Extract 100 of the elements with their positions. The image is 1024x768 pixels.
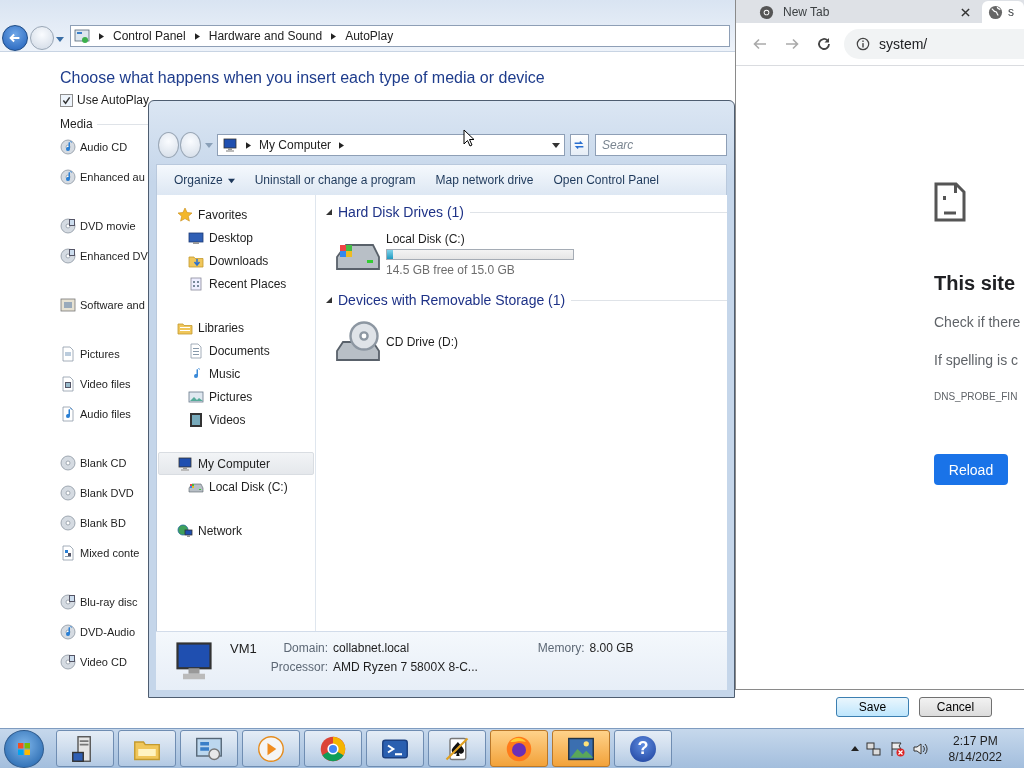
network-icon: [177, 522, 193, 539]
reload-button[interactable]: Reload: [934, 454, 1008, 485]
start-button[interactable]: [4, 729, 44, 768]
nav-item[interactable]: My Computer: [158, 452, 314, 475]
chevron-icon[interactable]: [339, 141, 345, 149]
back-button[interactable]: [2, 25, 28, 51]
collapse-icon[interactable]: [326, 209, 332, 215]
breadcrumb-item[interactable]: Control Panel: [113, 29, 186, 43]
toolbar-button[interactable]: Map network drive: [426, 169, 543, 191]
breadcrumb-item[interactable]: Hardware and Sound: [208, 29, 323, 43]
picture-icon: [188, 388, 204, 405]
browser-tab[interactable]: s: [982, 1, 1024, 23]
nav-item[interactable]: Videos: [158, 408, 314, 431]
network-icon[interactable]: [865, 740, 882, 757]
media-type-label: DVD movie: [80, 220, 136, 232]
media-type-label: Blu-ray disc: [80, 596, 138, 608]
show-hidden-icons-icon[interactable]: [850, 744, 859, 753]
nav-item[interactable]: Libraries: [158, 316, 314, 339]
control-panel-icon: [74, 28, 90, 44]
media-type-label: Mixed conte: [80, 547, 140, 559]
media-type-label: Enhanced au: [80, 171, 145, 183]
recent-places-icon: [188, 275, 204, 292]
detail-value: 8.00 GB: [589, 641, 634, 655]
free-space-text: 14.5 GB free of 15.0 GB: [386, 262, 516, 277]
film-disc-icon: [60, 654, 76, 670]
media-type-label: Blank BD: [80, 517, 126, 529]
taskbar-button[interactable]: [366, 730, 424, 767]
chevron-icon[interactable]: [246, 141, 252, 149]
video-file-icon: [60, 376, 76, 392]
toolbar-button[interactable]: Uninstall or change a program: [245, 169, 425, 191]
detail-label: Domain:: [282, 641, 329, 655]
taskbar-button[interactable]: ?: [614, 730, 672, 767]
address-field[interactable]: system/: [844, 29, 1024, 59]
media-type-label: Audio CD: [80, 141, 128, 153]
film-disc-icon: [60, 248, 76, 264]
chevron-icon[interactable]: [331, 32, 337, 40]
breadcrumb-item[interactable]: AutoPlay: [345, 29, 394, 43]
music-disc-icon: [60, 624, 76, 640]
chevron-icon[interactable]: [99, 32, 104, 40]
error-text: Check if there: [934, 314, 1021, 330]
section-label: Media: [60, 117, 93, 131]
music-disc-icon: [60, 139, 76, 155]
info-icon: [856, 37, 870, 51]
globe-icon: [988, 4, 1003, 20]
checkbox[interactable]: [60, 93, 73, 107]
refresh-button[interactable]: [569, 134, 589, 156]
media-type-label: Pictures: [80, 348, 120, 360]
nav-item[interactable]: Pictures: [158, 385, 314, 408]
taskbar-button[interactable]: [428, 730, 486, 767]
group-header[interactable]: Devices with Removable Storage (1): [338, 292, 566, 308]
computer-name: VM1: [230, 641, 257, 656]
nav-item[interactable]: Documents: [158, 339, 314, 362]
cursor-icon: [463, 129, 475, 147]
media-type-label: DVD-Audio: [80, 626, 136, 638]
group-header[interactable]: Hard Disk Drives (1): [338, 204, 464, 220]
play-icon: [257, 734, 285, 763]
browser-icon: [319, 734, 347, 763]
nav-item[interactable]: Music: [158, 362, 314, 385]
nav-item[interactable]: Local Disk (C:): [158, 475, 314, 498]
computer-icon: [222, 137, 239, 153]
nav-item[interactable]: Recent Places: [158, 272, 314, 295]
chevron-icon[interactable]: [194, 32, 200, 40]
film-icon: [188, 411, 204, 428]
media-type-label: Blank DVD: [80, 487, 134, 499]
drive-name[interactable]: CD Drive (D:): [386, 335, 458, 349]
error-text: If spelling is c: [934, 352, 1019, 368]
collapse-icon[interactable]: [326, 297, 332, 303]
clock[interactable]: 2:17 PM 8/14/2022: [948, 732, 1002, 765]
nav-item[interactable]: Favorites: [158, 203, 314, 226]
close-icon[interactable]: [961, 7, 970, 17]
taskbar-button[interactable]: [56, 730, 114, 767]
search-field[interactable]: Searc: [595, 134, 727, 156]
address-bar[interactable]: Control Panel Hardware and Sound AutoPlay: [70, 25, 730, 47]
disc-icon: [60, 455, 76, 471]
toolbar-button[interactable]: Organize: [165, 169, 244, 191]
drive-name[interactable]: Local Disk (C:): [386, 231, 574, 246]
taskbar-button[interactable]: [552, 730, 610, 767]
sad-page-icon: [934, 182, 966, 222]
dropdown-icon[interactable]: [551, 141, 560, 149]
dialog-button[interactable]: Cancel: [919, 697, 992, 717]
breadcrumb-item[interactable]: My Computer: [259, 138, 332, 152]
address-bar[interactable]: My Computer: [217, 134, 565, 156]
volume-icon[interactable]: [911, 740, 928, 757]
star-icon: [177, 206, 193, 223]
help-icon: ?: [630, 735, 656, 762]
detail-value: AMD Ryzen 7 5800X 8-C...: [333, 660, 478, 674]
nav-item[interactable]: Desktop: [158, 226, 314, 249]
reload-icon[interactable]: [816, 36, 832, 52]
flag-icon[interactable]: [888, 740, 905, 757]
back-arrow-icon: [8, 31, 22, 45]
browser-tab[interactable]: New Tab: [746, 1, 980, 23]
detail-label: Processor:: [270, 660, 329, 674]
media-type-label: Blank CD: [80, 457, 127, 469]
nav-item[interactable]: Downloads: [158, 249, 314, 272]
dialog-button[interactable]: Save: [836, 697, 909, 717]
browser-icon: [759, 4, 774, 20]
nav-item[interactable]: Network: [158, 519, 314, 542]
toolbar-button[interactable]: Open Control Panel: [544, 169, 668, 191]
detail-label: Memory:: [537, 641, 585, 655]
desktop-icon: [188, 229, 204, 246]
